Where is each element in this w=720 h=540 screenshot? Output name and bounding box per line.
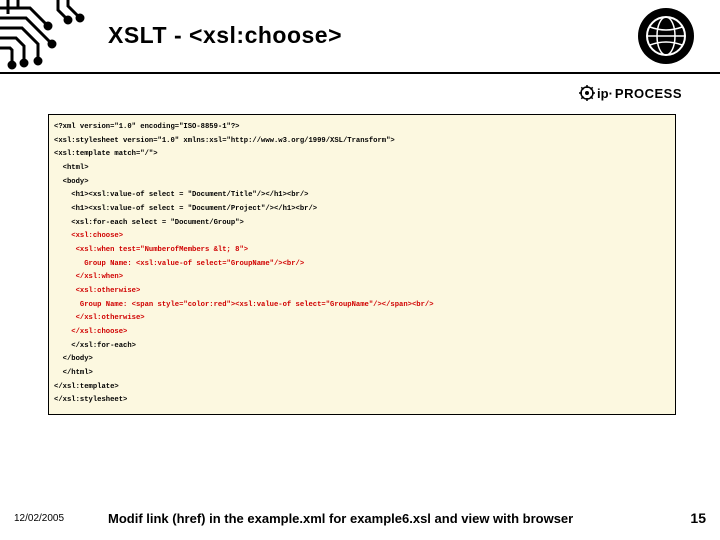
code-line: Group Name: <span style="color:red"><xsl… xyxy=(54,299,670,313)
logo-text-ip: ip· xyxy=(597,86,613,101)
code-line: <xsl:for-each select = "Document/Group"> xyxy=(54,217,670,231)
circuit-decoration xyxy=(0,0,98,76)
code-line: <xsl:template match="/"> xyxy=(54,148,670,162)
logo-text-process: PROCESS xyxy=(615,86,682,101)
code-line: <xsl:otherwise> xyxy=(54,285,670,299)
code-line: <xsl:choose> xyxy=(54,230,670,244)
code-line: <?xml version="1.0" encoding="ISO-8859-1… xyxy=(54,121,670,135)
code-line: <xsl:stylesheet version="1.0" xmlns:xsl=… xyxy=(54,135,670,149)
slide-title: XSLT - <xsl:choose> xyxy=(108,22,342,49)
footer-instruction: Modif link (href) in the example.xml for… xyxy=(108,511,573,526)
header-divider xyxy=(0,72,720,74)
code-line: </xsl:otherwise> xyxy=(54,312,670,326)
slide-header: XSLT - <xsl:choose> xyxy=(0,0,720,78)
code-line: <xsl:when test="NumberofMembers &lt; 8"> xyxy=(54,244,670,258)
code-line: </xsl:stylesheet> xyxy=(54,394,670,408)
code-line: </body> xyxy=(54,353,670,367)
code-line: <h1><xsl:value-of select = "Document/Pro… xyxy=(54,203,670,217)
code-line: Group Name: <xsl:value-of select="GroupN… xyxy=(54,258,670,272)
gear-icon xyxy=(579,85,595,101)
code-block: <?xml version="1.0" encoding="ISO-8859-1… xyxy=(48,114,676,415)
brand-logo: ip· PROCESS xyxy=(579,85,682,101)
code-line: <html> xyxy=(54,162,670,176)
code-line: </xsl:when> xyxy=(54,271,670,285)
globe-icon xyxy=(645,15,687,57)
code-line: </html> xyxy=(54,367,670,381)
code-line: <body> xyxy=(54,176,670,190)
header-badge xyxy=(638,8,694,64)
footer-date: 12/02/2005 xyxy=(14,513,64,524)
code-line: </xsl:template> xyxy=(54,381,670,395)
page-number: 15 xyxy=(690,510,706,526)
code-line: </xsl:choose> xyxy=(54,326,670,340)
code-line: </xsl:for-each> xyxy=(54,340,670,354)
code-line: <h1><xsl:value-of select = "Document/Tit… xyxy=(54,189,670,203)
